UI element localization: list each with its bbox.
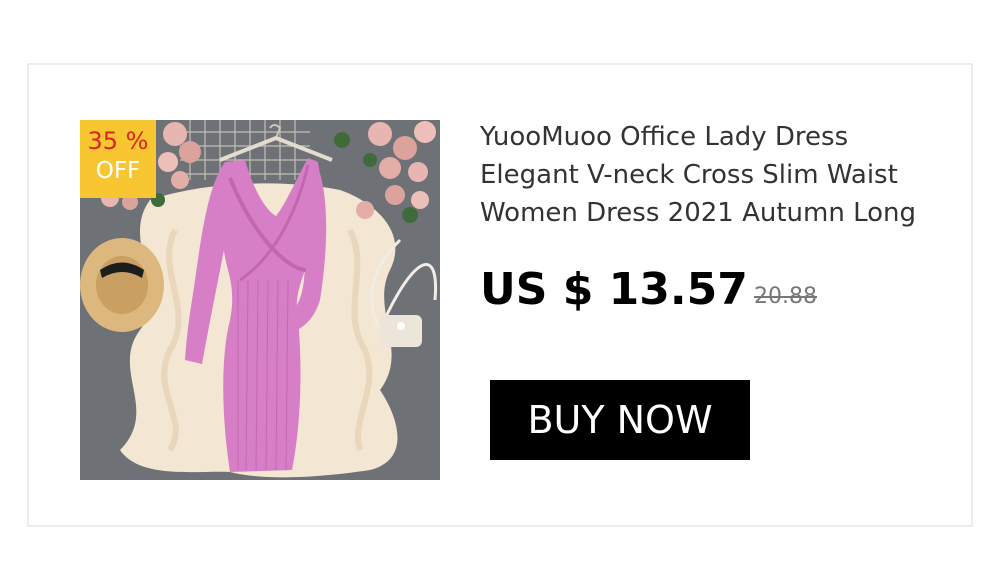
discount-percent: 35 % xyxy=(87,127,149,155)
sale-price: US $ 13.57 xyxy=(480,264,748,315)
discount-off-label: OFF xyxy=(95,158,141,184)
discount-badge: 35 % OFF xyxy=(80,120,156,198)
product-title[interactable]: YuooMuoo Office Lady Dress Elegant V-nec… xyxy=(480,118,940,230)
buy-now-button[interactable]: BUY NOW xyxy=(490,380,750,460)
original-price: 20.88 xyxy=(754,284,817,309)
